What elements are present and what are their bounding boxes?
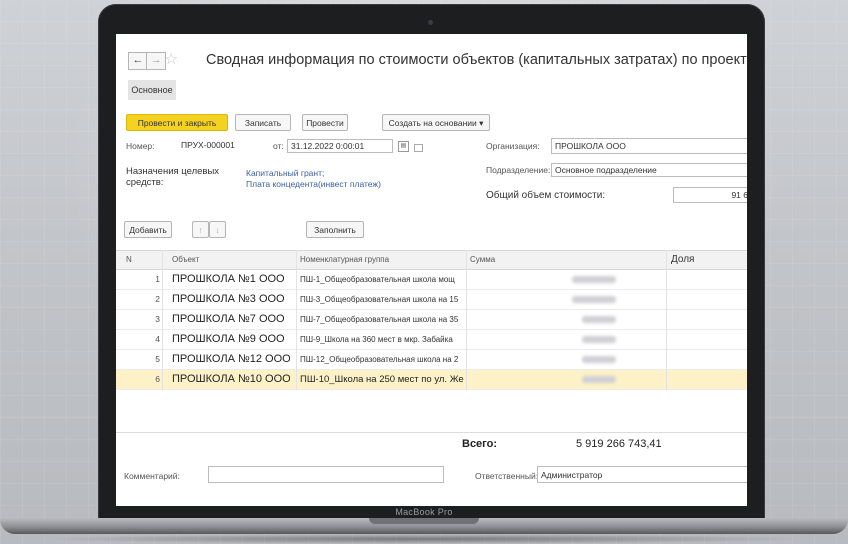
column-divider: [466, 250, 467, 390]
organization-label: Организация:: [486, 141, 540, 151]
row-group[interactable]: ПШ-10_Школа на 250 мест по ул. Же: [300, 370, 465, 389]
total-cost-label: Общий объем стоимости:: [486, 190, 606, 201]
column-header-group[interactable]: Номенклатурная группа: [300, 251, 389, 269]
purpose-label-line2: средств:: [126, 177, 164, 188]
move-up-button[interactable]: ↑: [192, 221, 209, 238]
column-divider: [296, 250, 297, 390]
row-sum-blurred: [582, 336, 616, 343]
row-group[interactable]: ПШ-3_Общеобразовательная школа на 15: [300, 290, 465, 309]
row-object[interactable]: ПРОШКОЛА №10 ООО: [172, 370, 290, 389]
row-group[interactable]: ПШ-9_Школа на 360 мест в мкр. Забайка: [300, 330, 465, 349]
camera-icon: [428, 20, 433, 25]
calendar-icon[interactable]: ▤: [398, 141, 409, 152]
forward-button[interactable]: →: [146, 52, 166, 70]
comment-field[interactable]: [208, 466, 444, 483]
total-cost-field[interactable]: 91 6: [673, 187, 747, 203]
post-and-close-button[interactable]: Провести и закрыть: [126, 114, 228, 131]
column-header-sum[interactable]: Сумма: [470, 251, 495, 269]
total-value: 5 919 266 743,41: [576, 438, 662, 450]
add-row-button[interactable]: Добавить: [124, 221, 172, 238]
back-button[interactable]: ←: [128, 52, 148, 70]
row-object[interactable]: ПРОШКОЛА №1 ООО: [172, 270, 290, 289]
date-label: от:: [273, 141, 284, 151]
move-down-button[interactable]: ↓: [209, 221, 226, 238]
table-row[interactable]: 3 ПРОШКОЛА №7 ООО ПШ-7_Общеобразовательн…: [116, 310, 747, 330]
row-group[interactable]: ПШ-12_Общеобразовательная школа на 2: [300, 350, 465, 369]
row-number: 2: [155, 294, 160, 304]
row-object[interactable]: ПРОШКОЛА №12 ООО: [172, 350, 290, 369]
column-header-object[interactable]: Объект: [172, 251, 199, 269]
table-row[interactable]: 4 ПРОШКОЛА №9 ООО ПШ-9_Школа на 360 мест…: [116, 330, 747, 350]
page-title: Сводная информация по стоимости объектов…: [206, 52, 747, 68]
row-object[interactable]: ПРОШКОЛА №3 ООО: [172, 290, 290, 309]
total-label: Всего:: [462, 438, 497, 450]
row-number: 3: [155, 314, 160, 324]
row-number: 4: [155, 334, 160, 344]
table-row-selected[interactable]: 6 ПРОШКОЛА №10 ООО ПШ-10_Школа на 250 ме…: [116, 370, 747, 390]
purpose-label-line1: Назначения целевых: [126, 166, 220, 177]
row-object[interactable]: ПРОШКОЛА №7 ООО: [172, 310, 290, 329]
row-number: 6: [155, 374, 160, 384]
responsible-field[interactable]: Администратор: [537, 466, 747, 483]
create-based-on-button[interactable]: Создать на основании ▾: [382, 114, 490, 131]
division-field[interactable]: Основное подразделение: [551, 163, 747, 177]
row-object[interactable]: ПРОШКОЛА №9 ООО: [172, 330, 290, 349]
column-divider: [666, 250, 667, 390]
laptop-shadow: [40, 534, 808, 544]
row-number: 1: [155, 274, 160, 284]
device-label: MacBook Pro: [395, 507, 453, 517]
save-button[interactable]: Записать: [235, 114, 291, 131]
row-sum-blurred: [572, 296, 616, 303]
column-header-share[interactable]: Доля: [671, 251, 694, 269]
row-sum-blurred: [582, 376, 616, 383]
favorite-star-icon[interactable]: ☆: [164, 49, 178, 69]
number-field[interactable]: ПРУХ-000001: [178, 139, 266, 153]
post-button[interactable]: Провести: [302, 114, 348, 131]
table-row[interactable]: 2 ПРОШКОЛА №3 ООО ПШ-3_Общеобразовательн…: [116, 290, 747, 310]
date-option-icon[interactable]: [414, 144, 423, 152]
fill-button[interactable]: Заполнить: [306, 221, 364, 238]
row-sum-blurred: [582, 356, 616, 363]
responsible-label: Ответственный:: [475, 471, 539, 481]
column-divider: [162, 250, 163, 390]
app-screen: ← → ☆ Сводная информация по стоимости об…: [116, 34, 747, 506]
row-group[interactable]: ПШ-1_Общеобразовательная школа мощ: [300, 270, 465, 289]
number-label: Номер:: [126, 141, 155, 151]
table-row[interactable]: 5 ПРОШКОЛА №12 ООО ПШ-12_Общеобразовател…: [116, 350, 747, 370]
purpose-link-payment[interactable]: Плата концедента(инвест платеж): [246, 179, 381, 189]
row-number: 5: [155, 354, 160, 364]
division-label: Подразделение:: [486, 165, 551, 175]
table-header: N Объект Номенклатурная группа Сумма Дол…: [116, 250, 747, 270]
table-footer-divider: [116, 432, 747, 433]
row-sum-blurred: [572, 276, 616, 283]
purpose-link-grant[interactable]: Капитальный грант;: [246, 168, 324, 178]
column-header-n[interactable]: N: [126, 251, 132, 269]
laptop-notch: [369, 518, 479, 524]
organization-field[interactable]: ПРОШКОЛА ООО: [551, 138, 747, 154]
table-row[interactable]: 1 ПРОШКОЛА №1 ООО ПШ-1_Общеобразовательн…: [116, 270, 747, 290]
row-sum-blurred: [582, 316, 616, 323]
comment-label: Комментарий:: [124, 471, 180, 481]
tab-main[interactable]: Основное: [128, 80, 176, 100]
row-group[interactable]: ПШ-7_Общеобразовательная школа на 35: [300, 310, 465, 329]
date-field[interactable]: 31.12.2022 0:00:01: [287, 139, 393, 153]
